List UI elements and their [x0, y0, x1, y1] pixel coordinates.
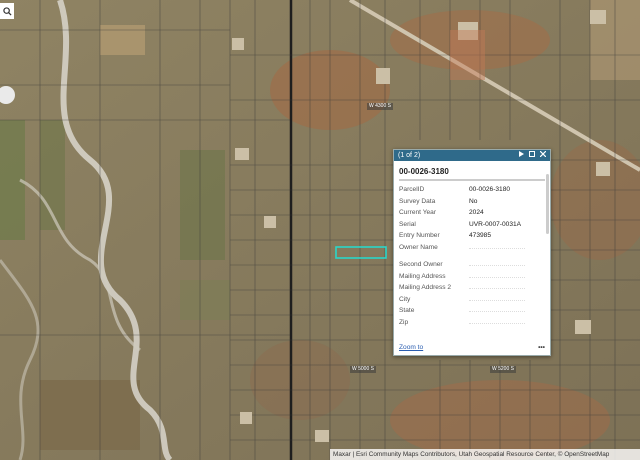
- search-icon: [2, 6, 12, 16]
- popup-footer: Zoom to •••: [399, 344, 545, 351]
- scrollbar[interactable]: [546, 174, 549, 234]
- attribute-value-empty: [469, 321, 525, 324]
- attribute-row: Survey Data No: [394, 196, 550, 208]
- attribute-value: 2024: [469, 209, 484, 217]
- attribute-value: No: [469, 197, 478, 205]
- attribute-row: Current Year 2024: [394, 207, 550, 219]
- attribute-value-empty: [469, 286, 525, 290]
- attribute-row: Second Owner: [394, 259, 550, 271]
- zoom-to-link[interactable]: Zoom to: [399, 344, 538, 351]
- attribute-value: 473985: [469, 232, 492, 240]
- more-actions-button[interactable]: •••: [538, 344, 545, 351]
- attribute-label: State: [399, 307, 415, 315]
- attribute-row: Zip: [394, 317, 550, 329]
- attribute-label: Mailing Address 2: [399, 284, 452, 292]
- attribute-row: Mailing Address 2: [394, 282, 550, 294]
- attribute-row: Serial UVR-0007-0031A: [394, 219, 550, 231]
- popup-title: 00-0026-3180: [399, 167, 449, 176]
- feature-count: (1 of 2): [398, 152, 421, 159]
- attribute-value-empty: [469, 263, 525, 267]
- close-icon: [539, 150, 547, 158]
- attribute-row: City: [394, 294, 550, 306]
- attribute-label: ParcelID: [399, 186, 425, 194]
- attribute-value-empty: [469, 246, 525, 249]
- close-button[interactable]: [539, 150, 547, 161]
- attribute-label: Owner Name: [399, 243, 438, 251]
- attribute-row: Mailing Address: [394, 271, 550, 283]
- attribute-label: Serial: [399, 220, 416, 228]
- attribute-label: Entry Number: [399, 232, 440, 240]
- attribute-row: ParcelID 00-0026-3180: [394, 184, 550, 196]
- attribute-label: Mailing Address: [399, 272, 446, 280]
- dock-button[interactable]: [529, 150, 535, 161]
- road-label: W 5000 S: [350, 366, 376, 373]
- road-label: W 5200 S: [490, 366, 516, 373]
- attribute-value: 00-0026-3180: [469, 186, 511, 194]
- attribute-row: Owner Name: [394, 242, 550, 254]
- next-feature-button[interactable]: [518, 150, 524, 161]
- parcel-popup: (1 of 2) 00-0026-3180 ParcelID 00-0026-31…: [393, 149, 551, 356]
- divider: [399, 179, 545, 181]
- attribute-value-empty: [469, 275, 525, 278]
- attribute-value: UVR-0007-0031A: [469, 220, 522, 228]
- attribute-row: State: [394, 305, 550, 317]
- attribute-value-empty: [469, 298, 525, 301]
- dock-icon: [529, 151, 535, 157]
- road-label: W 4300 S: [367, 103, 393, 110]
- attribute-label: Second Owner: [399, 261, 443, 269]
- attribute-label: Zip: [399, 318, 409, 326]
- attribute-label: Current Year: [399, 209, 437, 217]
- attribute-row: Entry Number 473985: [394, 230, 550, 242]
- play-icon: [519, 151, 524, 157]
- map-attribution: Maxar | Esri Community Maps Contributors…: [330, 449, 640, 460]
- attribute-label: City: [399, 295, 411, 303]
- search-button[interactable]: [0, 3, 14, 19]
- attribute-label: Survey Data: [399, 197, 436, 205]
- popup-header: (1 of 2): [394, 150, 550, 161]
- attribute-value-empty: [469, 309, 525, 313]
